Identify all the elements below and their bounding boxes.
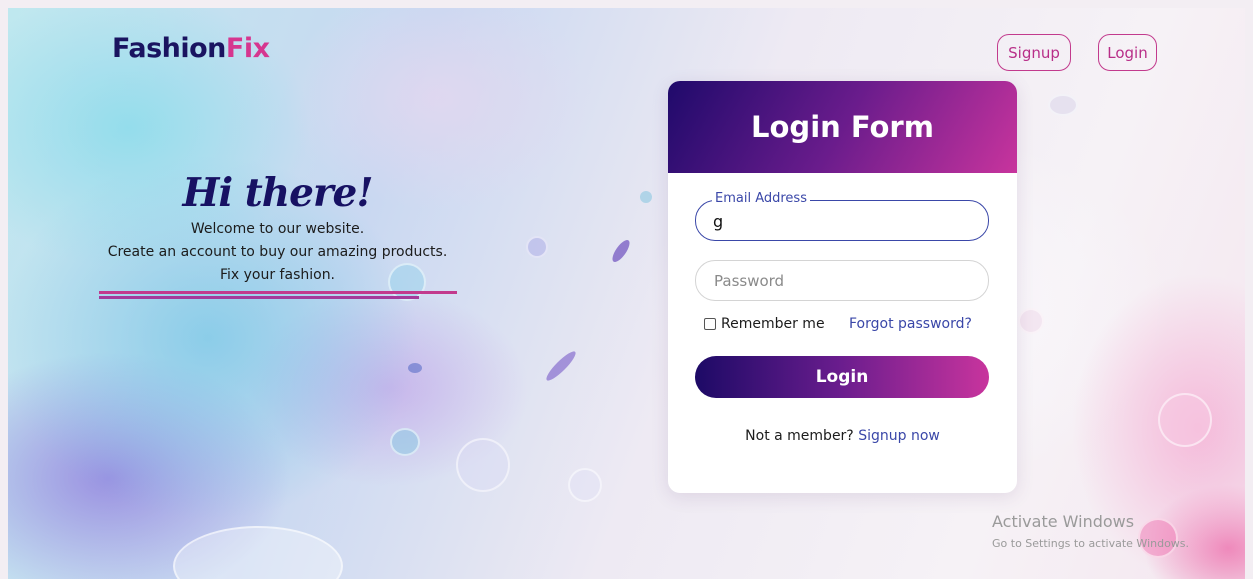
remember-me-row: Remember me bbox=[704, 316, 825, 332]
hero-create-account-text: Create an account to buy our amazing pro… bbox=[107, 244, 448, 260]
watermark-title: Activate Windows bbox=[992, 512, 1135, 531]
login-card-header: Login Form bbox=[668, 81, 1017, 173]
signup-now-link[interactable]: Signup now bbox=[858, 428, 940, 444]
bubble-decoration bbox=[456, 438, 510, 492]
bubble-decoration bbox=[526, 236, 548, 258]
bubble-decoration bbox=[1048, 94, 1078, 116]
paint-streak-decoration bbox=[543, 348, 579, 384]
login-card: Login Form Email Address g Password Reme… bbox=[668, 81, 1017, 493]
hero-underline-decoration bbox=[95, 291, 460, 301]
remember-me-label[interactable]: Remember me bbox=[721, 316, 825, 332]
hero-section: Hi there! Welcome to our website. Create… bbox=[95, 168, 460, 301]
bubble-decoration bbox=[390, 428, 420, 456]
signup-prompt: Not a member? Signup now bbox=[668, 428, 1017, 444]
hero-welcome-text: Welcome to our website. bbox=[190, 221, 365, 237]
not-member-text: Not a member? bbox=[745, 428, 854, 444]
brand-name-part2: Fix bbox=[225, 33, 270, 64]
login-submit-button[interactable]: Login bbox=[695, 356, 989, 398]
brand-logo[interactable]: FashionFix bbox=[112, 33, 270, 64]
bubble-decoration bbox=[1018, 308, 1044, 334]
paint-streak-decoration bbox=[609, 237, 633, 265]
hero-title: Hi there! bbox=[182, 170, 374, 216]
password-placeholder: Password bbox=[714, 272, 785, 290]
bubble-decoration bbox=[640, 191, 652, 203]
login-form-title: Login Form bbox=[751, 110, 934, 144]
underline-stroke bbox=[99, 296, 419, 299]
underline-stroke bbox=[99, 291, 457, 294]
remember-me-checkbox[interactable] bbox=[704, 318, 716, 330]
nav-login-button[interactable]: Login bbox=[1098, 34, 1157, 71]
bubble-decoration bbox=[173, 526, 343, 579]
bubble-decoration bbox=[1158, 393, 1212, 447]
brand-name-part1: Fashion bbox=[112, 33, 226, 64]
hero-tagline: Fix your fashion. bbox=[219, 267, 336, 283]
nav-signup-button[interactable]: Signup bbox=[997, 34, 1071, 71]
email-field-label: Email Address bbox=[712, 191, 810, 206]
password-field[interactable]: Password bbox=[695, 260, 989, 301]
forgot-password-link[interactable]: Forgot password? bbox=[849, 316, 972, 332]
email-field[interactable]: Email Address g bbox=[695, 191, 989, 241]
activate-windows-watermark: Activate Windows Go to Settings to activ… bbox=[992, 512, 1189, 552]
watermark-subtitle: Go to Settings to activate Windows. bbox=[992, 537, 1190, 550]
bubble-decoration bbox=[568, 468, 602, 502]
email-field-value: g bbox=[713, 212, 724, 231]
paint-streak-decoration bbox=[408, 363, 422, 373]
